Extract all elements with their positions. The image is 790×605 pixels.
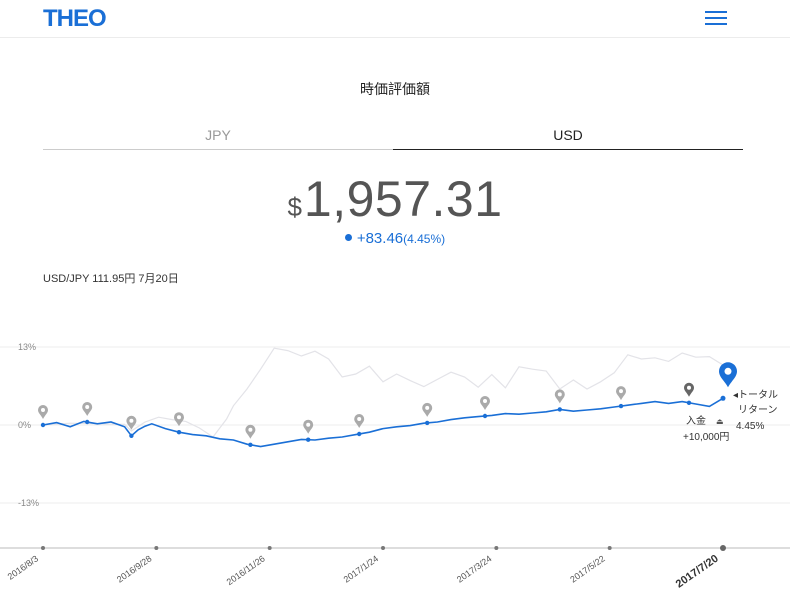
theo-logo[interactable]: THEO (43, 5, 107, 33)
change-dot-icon (344, 234, 352, 241)
x-tick-dot (267, 546, 272, 550)
x-tick-label: 2017/3/24 (455, 553, 494, 584)
deposit-point (129, 433, 134, 438)
tab-jpy[interactable]: JPY (43, 127, 393, 150)
deposit-pin-icon[interactable] (303, 419, 314, 434)
x-tick-label: 2016/11/26 (225, 553, 267, 587)
deposit-point (40, 422, 46, 428)
deposit-point (686, 400, 692, 405)
deposit-point (618, 403, 624, 409)
deposit-pin-icon[interactable] (480, 396, 490, 410)
valuation-amount: $1,957.31 (0, 170, 790, 228)
deposit-point (85, 419, 90, 425)
deposit-pin-icon[interactable] (354, 414, 365, 428)
deposit-pin-icon[interactable] (554, 389, 565, 404)
deposit-pin-icon[interactable] (245, 424, 256, 439)
deposit-point (425, 420, 430, 426)
x-tick-label: 2017/1/24 (342, 553, 381, 584)
x-tick-dot (607, 546, 612, 550)
deposit-pin-icon[interactable] (82, 402, 93, 416)
x-tick-dot (720, 545, 726, 551)
app-header: THEO (0, 0, 790, 38)
tab-usd[interactable]: USD (393, 127, 743, 150)
x-tick-dot (41, 546, 45, 550)
x-tick-label: 2017/5/22 (568, 553, 607, 584)
deposit-point (357, 431, 362, 437)
latest-point (720, 395, 726, 401)
change-percent: (4.45%) (403, 232, 446, 246)
latest-location-pin-icon[interactable] (719, 362, 737, 388)
total-return-label: リターン (738, 404, 778, 416)
deposit-point (557, 407, 562, 412)
deposit-point (248, 442, 253, 447)
deposit-pin-icon[interactable] (616, 386, 626, 401)
page-title: 時価評価額 (360, 81, 430, 97)
amount-value: 1,957.31 (303, 171, 503, 227)
hamburger-menu-icon[interactable] (705, 10, 727, 26)
deposit-pin-icon[interactable] (174, 412, 184, 427)
deposit-icon: ⏏ (716, 417, 724, 426)
y-tick-label: 0% (18, 420, 31, 430)
total-return-value: 4.45% (736, 421, 764, 432)
x-tick-dot (494, 546, 499, 550)
deposit-amount: +10,000円 (683, 432, 729, 443)
y-tick-label: -13% (18, 498, 39, 508)
x-tick-label: 2017/7/20 (674, 553, 721, 591)
deposit-pin-icon[interactable] (38, 405, 48, 419)
deposit-pin-icon[interactable] (684, 382, 694, 397)
fx-rate-label: USD/JPY 111.95円 7月20日 (43, 273, 179, 285)
performance-chart[interactable]: 13% 0% -13% ◂トータルリターン 4.45% 入金 ⏏ +10,000円 2016… (0, 300, 790, 605)
deposit-point (176, 430, 182, 435)
change-indicator: +83.46(4.45%) (0, 230, 790, 247)
x-tick-dot (381, 546, 385, 550)
deposit-pin-icon[interactable] (422, 402, 433, 417)
currency-tabs: JPY USD (43, 127, 743, 150)
deposit-label: 入金 (686, 414, 706, 427)
total-return-label: ◂トータル (733, 389, 778, 401)
deposit-point (306, 437, 311, 442)
x-tick-label: 2016/9/28 (115, 553, 154, 584)
change-amount: +83.46 (356, 230, 404, 247)
x-tick-label: 2016/8/3 (6, 553, 40, 581)
x-tick-dot (154, 546, 159, 550)
y-tick-label: 13% (18, 342, 36, 352)
currency-symbol: $ (287, 192, 302, 222)
deposit-point (482, 413, 488, 419)
